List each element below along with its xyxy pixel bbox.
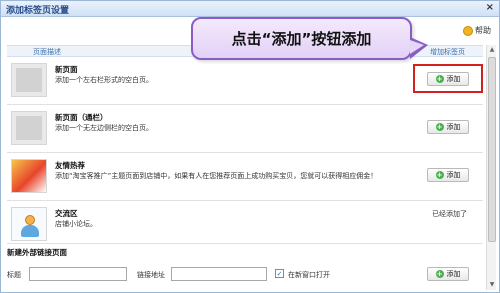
list-item-new-page-fullwidth: 新页面（通栏） 添加一个无左边侧栏的空白页。 + 添加 xyxy=(7,106,483,153)
add-button-label: 添加 xyxy=(446,123,461,131)
row-title: 新页面（通栏） xyxy=(55,113,108,122)
list-item-friendly-recommend: 友情热荐 添加“淘宝客推广”主题页面到店铺中，如果有人在您推荐页面上成功购买宝贝… xyxy=(7,154,483,201)
user-avatar-thumbnail xyxy=(11,207,47,241)
new-window-checkbox[interactable]: ✓ xyxy=(275,269,284,278)
add-icon: + xyxy=(435,270,444,278)
link-input[interactable] xyxy=(171,267,267,281)
new-window-label: 在新窗口打开 xyxy=(288,271,330,279)
scroll-thumb[interactable] xyxy=(488,57,496,242)
promo-thumbnail xyxy=(11,159,47,193)
add-tab-dialog: 添加标签页设置 × 帮助 页面描述 增加标签页 ▲ ▼ 新页面 添加一个左右栏形… xyxy=(0,0,500,293)
avatar-body xyxy=(21,225,39,237)
scroll-up-icon[interactable]: ▲ xyxy=(488,46,496,54)
scrollbar[interactable]: ▲ ▼ xyxy=(486,45,496,290)
row-desc: 添加一个无左边侧栏的空白页。 xyxy=(55,124,153,132)
dialog-titlebar: 添加标签页设置 × xyxy=(1,1,499,17)
title-input[interactable] xyxy=(29,267,127,281)
row-title: 交流区 xyxy=(55,209,78,218)
dialog-title: 添加标签页设置 xyxy=(6,6,70,16)
row-title: 新页面 xyxy=(55,65,78,74)
add-button[interactable]: + 添加 xyxy=(427,120,469,134)
title-label: 标题 xyxy=(7,271,21,279)
row-desc: 添加一个左右栏形式的空白页。 xyxy=(55,76,153,84)
page-thumbnail xyxy=(11,63,47,97)
add-button-label: 添加 xyxy=(446,270,461,278)
help-label: 帮助 xyxy=(475,26,491,35)
external-link-form: 标题 链接地址 ✓ 在新窗口打开 + 添加 xyxy=(7,267,483,285)
add-icon: + xyxy=(435,123,444,131)
highlight-box xyxy=(413,64,483,93)
page-thumbnail xyxy=(11,111,47,145)
add-button[interactable]: + 添加 xyxy=(427,168,469,182)
add-button-label: 添加 xyxy=(446,171,461,179)
external-add-button[interactable]: + 添加 xyxy=(427,267,469,281)
callout-text: 点击“添加”按钮添加 xyxy=(231,30,372,48)
section-title: 新建外部链接页面 xyxy=(7,248,67,257)
link-label: 链接地址 xyxy=(137,271,165,279)
help-link[interactable]: 帮助 xyxy=(463,25,491,36)
callout-bubble: 点击“添加”按钮添加 xyxy=(191,17,428,60)
column-page-desc: 页面描述 xyxy=(33,48,61,56)
row-desc: 添加“淘宝客推广”主题页面到店铺中，如果有人在您推荐页面上成功购买宝贝，您就可以… xyxy=(55,172,378,180)
row-title: 友情热荐 xyxy=(55,161,85,170)
list-item-forum: 交流区 店铺小论坛。 已经添加了 xyxy=(7,202,483,244)
callout-tail-inner xyxy=(410,40,424,54)
avatar-head xyxy=(25,215,35,225)
help-icon xyxy=(463,25,473,36)
scroll-down-icon[interactable]: ▼ xyxy=(488,281,496,289)
list-item-new-page: 新页面 添加一个左右栏形式的空白页。 + 添加 xyxy=(7,58,483,105)
add-icon: + xyxy=(435,171,444,179)
column-add-tab: 增加标签页 xyxy=(430,48,465,56)
close-icon[interactable]: × xyxy=(486,2,494,13)
row-desc: 店铺小论坛。 xyxy=(55,220,97,228)
already-added-status: 已经添加了 xyxy=(432,210,467,218)
